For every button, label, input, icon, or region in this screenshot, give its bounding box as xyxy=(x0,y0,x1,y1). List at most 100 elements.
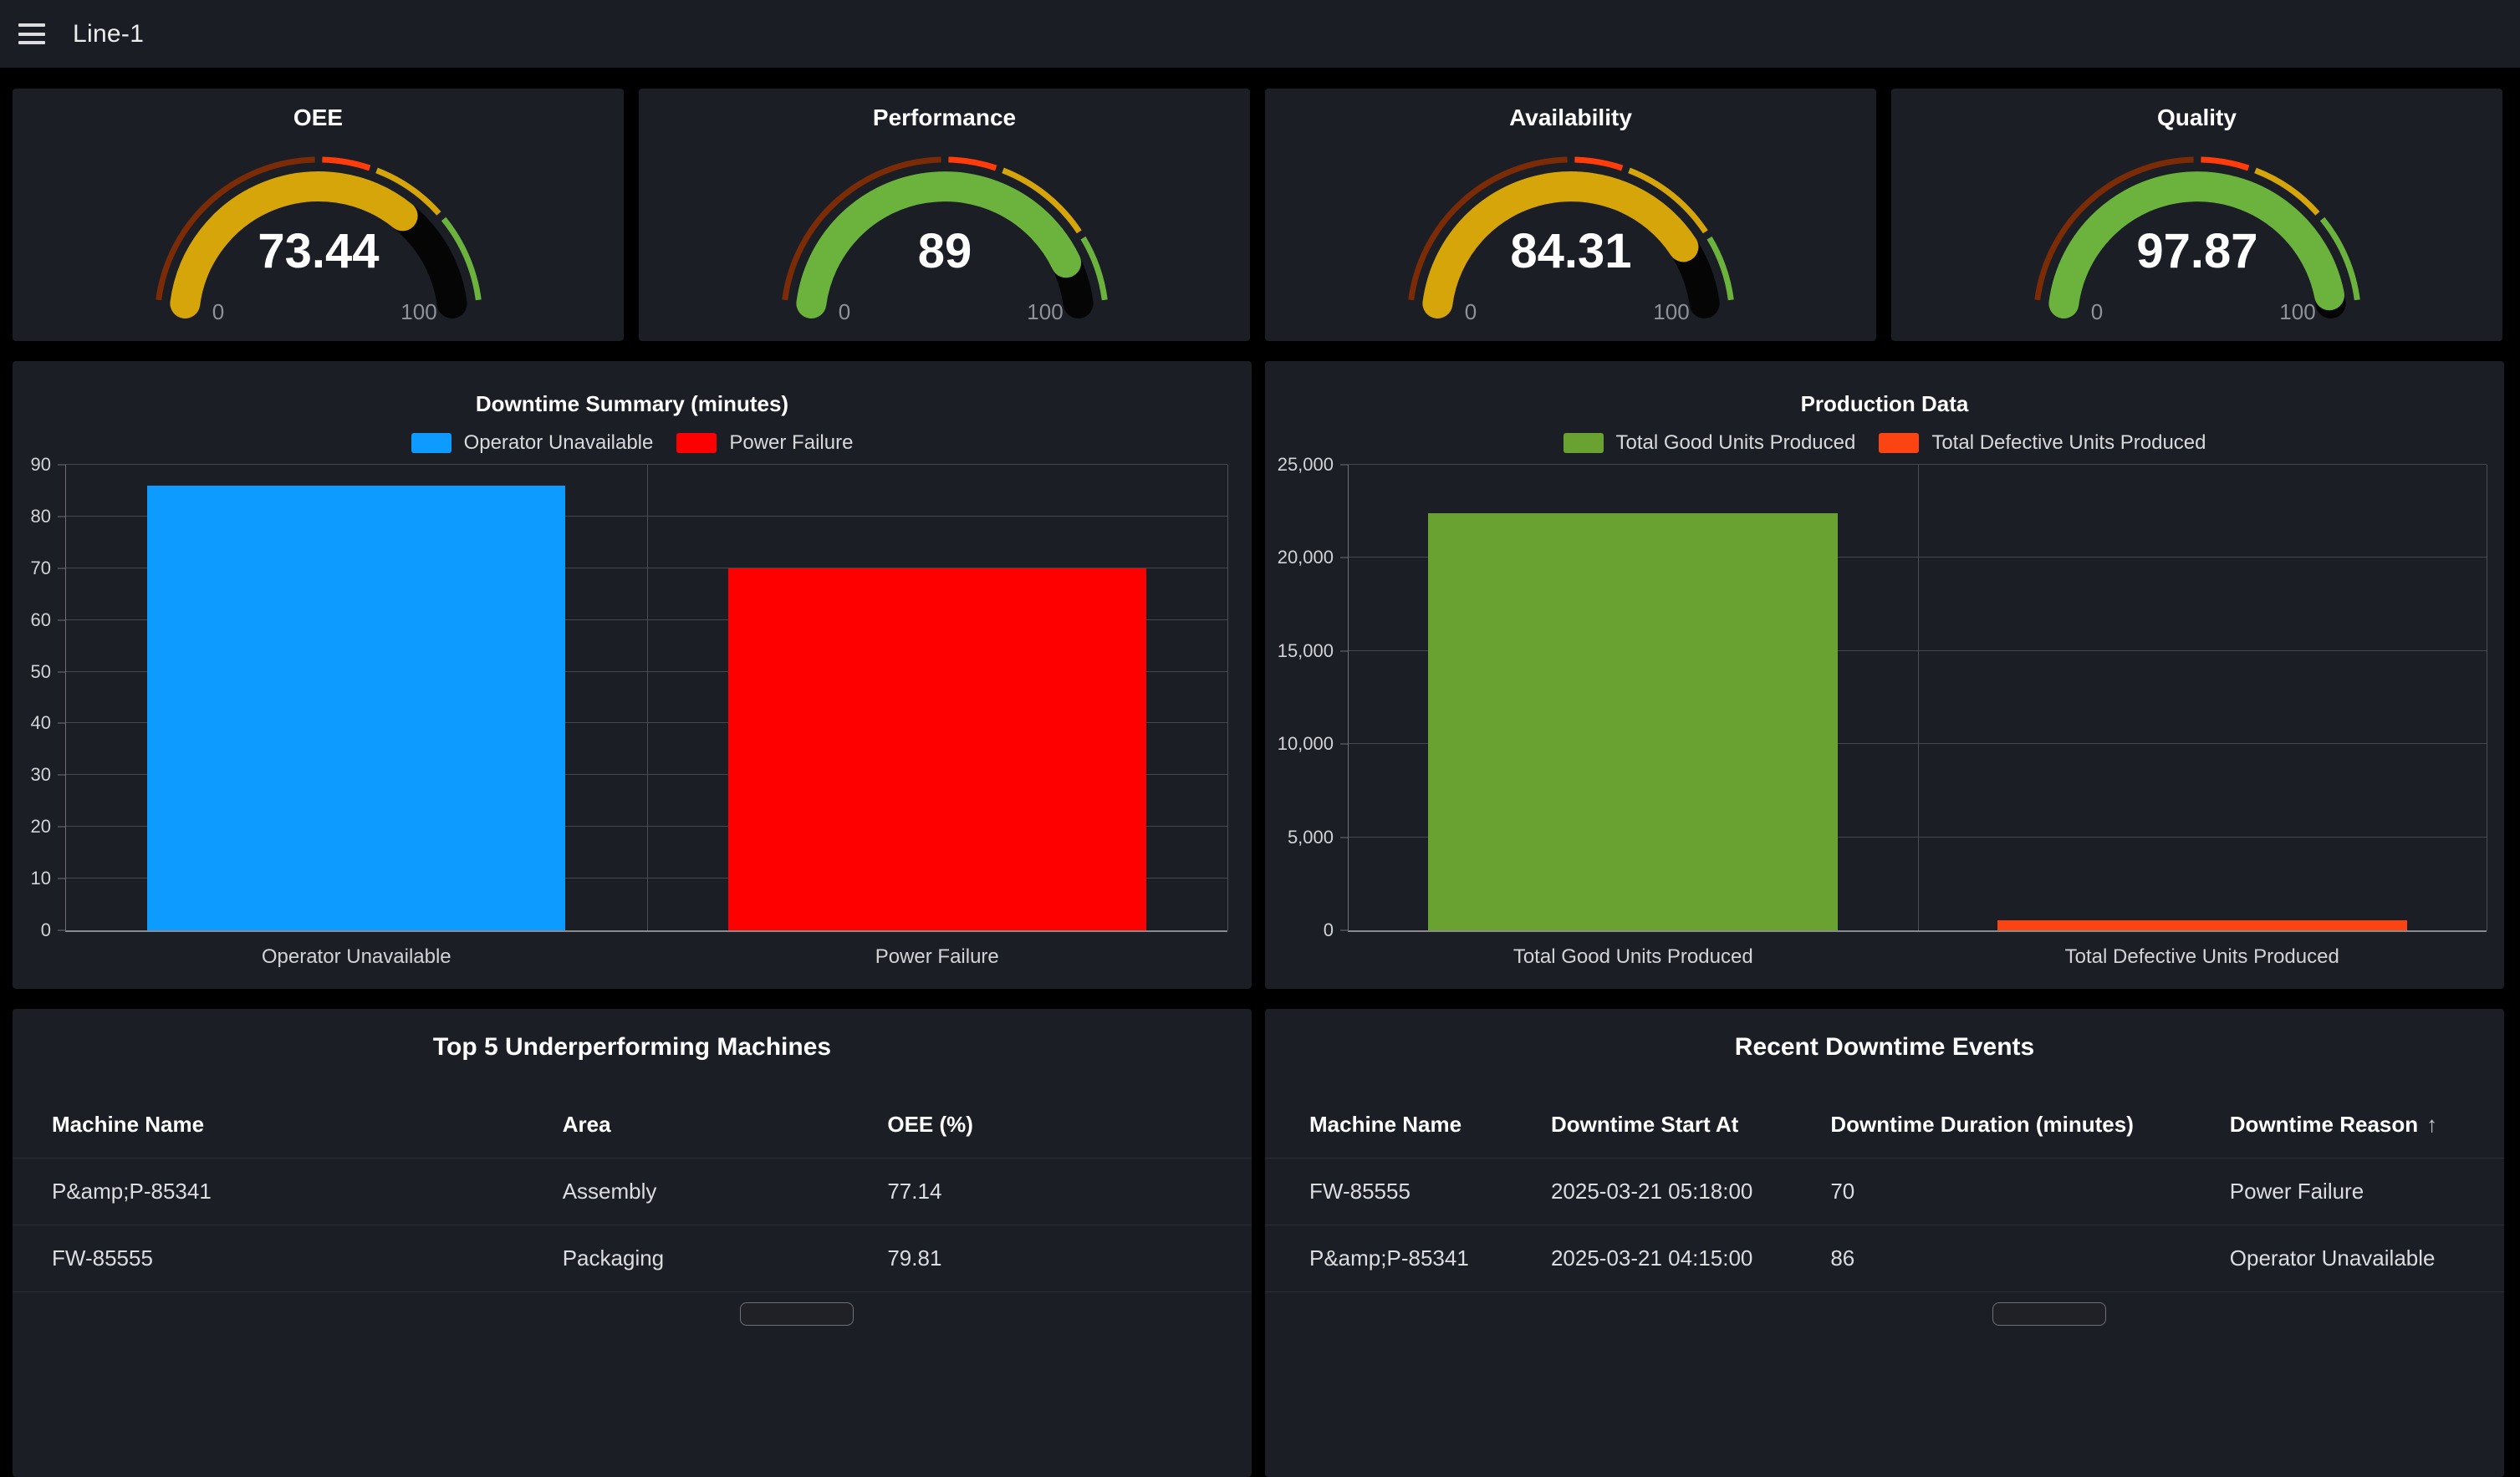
axis-tick-mark xyxy=(58,723,66,724)
chart-title: Production Data xyxy=(1265,391,2504,417)
table-cell: 2025-03-21 05:18:00 xyxy=(1551,1179,1830,1205)
chart-legend: Operator Unavailable Power Failure xyxy=(13,431,1252,455)
axis-tick-mark xyxy=(58,827,66,828)
gridline xyxy=(1227,465,1228,930)
column-header-label: Downtime Duration (minutes) xyxy=(1830,1112,2134,1138)
plot-area: 05,00010,00015,00020,00025,000Total Good… xyxy=(1348,465,2487,932)
gridline xyxy=(647,465,648,930)
column-header-label: Machine Name xyxy=(52,1112,204,1138)
y-tick-label: 15,000 xyxy=(1278,640,1334,662)
bar-power-failure[interactable] xyxy=(728,568,1146,930)
table-title: Recent Downtime Events xyxy=(1265,1009,2504,1086)
gauge-value: 97.87 xyxy=(2136,224,2257,278)
table-cell: Operator Unavailable xyxy=(2230,1245,2460,1271)
menu-button[interactable] xyxy=(18,23,45,44)
table-cell: 77.14 xyxy=(887,1179,1212,1205)
gauge-min-label: 0 xyxy=(212,299,223,324)
column-header-machine-name[interactable]: Machine Name xyxy=(52,1112,563,1138)
legend-item-power-failure[interactable]: Power Failure xyxy=(676,431,853,455)
chart-legend: Total Good Units Produced Total Defective… xyxy=(1265,431,2504,455)
table-cell: 2025-03-21 04:15:00 xyxy=(1551,1245,1830,1271)
bar-total-defective-units-produced[interactable] xyxy=(1997,920,2407,930)
gauge-title: Availability xyxy=(1265,104,1876,132)
gauge-panel-quality: Quality97.870100 xyxy=(1891,89,2502,341)
column-header-downtime-reason[interactable]: Downtime Reason↑ xyxy=(2230,1112,2460,1138)
table-row: P&amp;P-85341Assembly77.14 xyxy=(13,1159,1252,1225)
y-tick-label: 0 xyxy=(41,919,51,941)
y-tick-label: 50 xyxy=(31,661,51,683)
axis-tick-mark xyxy=(58,930,66,931)
legend-label: Operator Unavailable xyxy=(464,431,654,455)
table-row: FW-85555Packaging79.81 xyxy=(13,1225,1252,1292)
gauge-title: OEE xyxy=(13,104,624,132)
axis-tick-mark xyxy=(58,775,66,776)
gauge-title: Quality xyxy=(1891,104,2502,132)
table-cell: Assembly xyxy=(563,1179,888,1205)
pagination-button[interactable] xyxy=(740,1302,854,1326)
table-panel-top-5-underperforming-machines: Top 5 Underperforming MachinesMachine Na… xyxy=(13,1009,1252,1477)
gauge-value: 73.44 xyxy=(258,224,379,278)
legend-label: Power Failure xyxy=(729,431,853,455)
y-tick-label: 10 xyxy=(31,868,51,889)
column-header-downtime-duration-minutes[interactable]: Downtime Duration (minutes) xyxy=(1830,1112,2229,1138)
table-cell: Packaging xyxy=(563,1245,888,1271)
y-tick-label: 5,000 xyxy=(1288,827,1334,848)
bar-total-good-units-produced[interactable] xyxy=(1428,513,1838,930)
legend-item-total-good-units-produced[interactable]: Total Good Units Produced xyxy=(1564,431,1856,455)
chart-panel-production-data: Production Data Total Good Units Produced… xyxy=(1265,361,2504,989)
gauge-threshold-band xyxy=(948,160,996,168)
table-cell: 70 xyxy=(1830,1179,2229,1205)
plot-area: 0102030405060708090Operator UnavailableP… xyxy=(65,465,1227,932)
column-header-label: Area xyxy=(563,1112,611,1138)
table-row: FW-855552025-03-21 05:18:0070Power Failu… xyxy=(1265,1159,2504,1225)
column-header-label: Downtime Reason xyxy=(2230,1112,2418,1138)
axis-tick-mark xyxy=(58,465,66,466)
bar-operator-unavailable[interactable] xyxy=(147,486,565,930)
axis-tick-mark xyxy=(58,619,66,620)
hamburger-icon xyxy=(18,41,45,44)
column-header-oee[interactable]: OEE (%) xyxy=(887,1112,1212,1138)
gauge-value: 89 xyxy=(917,224,972,278)
y-tick-label: 10,000 xyxy=(1278,733,1334,755)
y-tick-label: 20,000 xyxy=(1278,547,1334,568)
column-header-area[interactable]: Area xyxy=(563,1112,888,1138)
y-tick-label: 90 xyxy=(31,454,51,476)
legend-swatch xyxy=(676,433,717,453)
gridline xyxy=(1918,465,1919,930)
axis-tick-mark xyxy=(1340,837,1349,838)
table-cell: FW-85555 xyxy=(1309,1179,1551,1205)
legend-label: Total Good Units Produced xyxy=(1616,431,1856,455)
gauge-title: Performance xyxy=(639,104,1250,132)
table-row: P&amp;P-853412025-03-21 04:15:0086Operat… xyxy=(1265,1225,2504,1292)
gauge-threshold-band xyxy=(2201,160,2248,168)
y-tick-label: 60 xyxy=(31,609,51,631)
x-category-label: Power Failure xyxy=(875,945,999,969)
gauge-threshold-band xyxy=(1574,160,1622,168)
pagination-button[interactable] xyxy=(1992,1302,2106,1326)
legend-item-total-defective-units-produced[interactable]: Total Defective Units Produced xyxy=(1879,431,2206,455)
y-tick-label: 40 xyxy=(31,712,51,734)
y-tick-label: 25,000 xyxy=(1278,454,1334,476)
column-header-machine-name[interactable]: Machine Name xyxy=(1309,1112,1551,1138)
axis-tick-mark xyxy=(1340,465,1349,466)
x-category-label: Operator Unavailable xyxy=(262,945,451,969)
y-tick-label: 0 xyxy=(1324,919,1334,941)
hamburger-icon xyxy=(18,23,45,27)
y-tick-label: 80 xyxy=(31,506,51,527)
legend-label: Total Defective Units Produced xyxy=(1931,431,2206,455)
gauge-min-label: 0 xyxy=(838,299,849,324)
column-header-label: Machine Name xyxy=(1309,1112,1461,1138)
gauge-max-label: 100 xyxy=(1653,299,1689,324)
dashboard-title: Line-1 xyxy=(73,20,144,48)
gauge-value: 84.31 xyxy=(1510,224,1631,278)
table-cell: 79.81 xyxy=(887,1245,1212,1271)
axis-tick-mark xyxy=(1340,744,1349,745)
column-header-downtime-start-at[interactable]: Downtime Start At xyxy=(1551,1112,1830,1138)
axis-tick-mark xyxy=(1340,930,1349,931)
legend-item-operator-unavailable[interactable]: Operator Unavailable xyxy=(411,431,654,455)
gauge-min-label: 0 xyxy=(2090,299,2102,324)
hamburger-icon xyxy=(18,33,45,36)
gauge-panel-performance: Performance890100 xyxy=(639,89,1250,341)
table-cell: P&amp;P-85341 xyxy=(1309,1245,1551,1271)
x-category-label: Total Good Units Produced xyxy=(1513,945,1753,969)
